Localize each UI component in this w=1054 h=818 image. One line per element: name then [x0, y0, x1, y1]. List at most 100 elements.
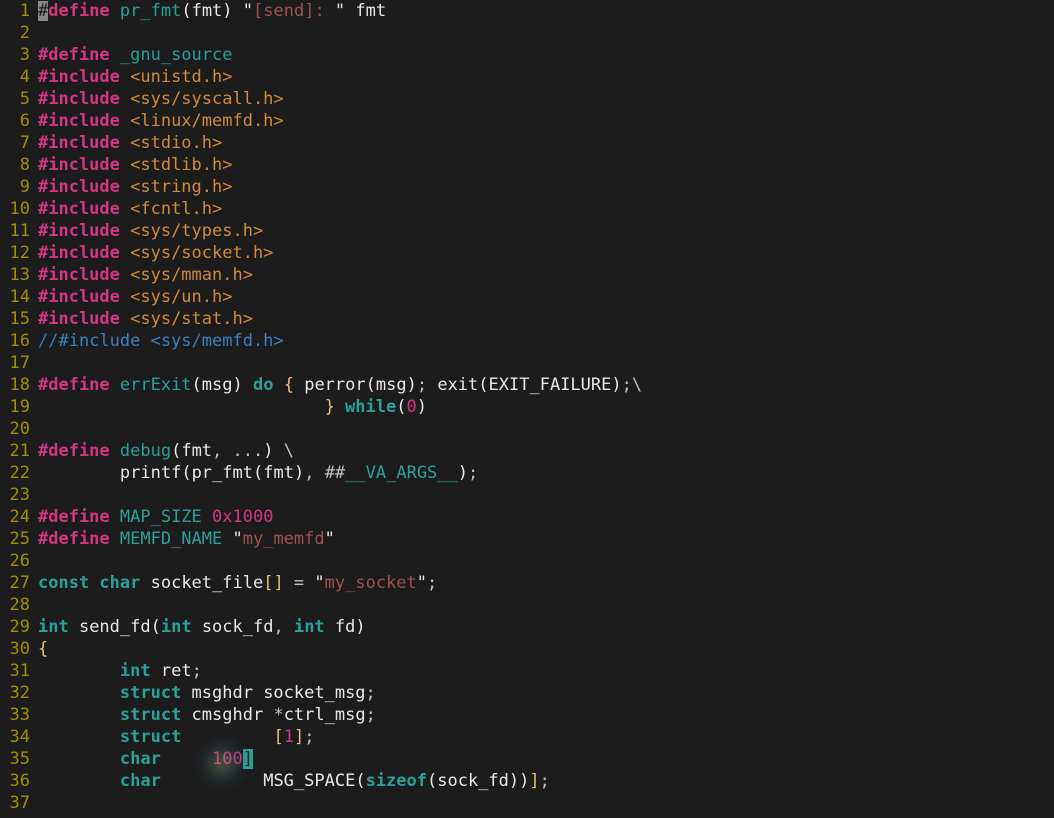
code-line[interactable]: #include <fcntl.h>	[38, 198, 642, 220]
code-line[interactable]: #define MAP_SIZE 0x1000	[38, 506, 642, 528]
code-line[interactable]: #define debug(fmt, ...) \	[38, 440, 642, 462]
token-header: <sys/types.h>	[130, 221, 263, 241]
token-header: <string.h>	[130, 177, 232, 197]
line-number: 35	[0, 748, 30, 770]
token-ident: pr_fmt	[192, 463, 253, 483]
token-header: <linux/memfd.h>	[130, 111, 284, 131]
code-line[interactable]: #include <stdlib.h>	[38, 154, 642, 176]
token-ident	[192, 727, 274, 747]
code-line[interactable]: #include <sys/types.h>	[38, 220, 642, 242]
code-line[interactable]: int send_fd(int sock_fd, int fd)	[38, 616, 642, 638]
line-number: 36	[0, 770, 30, 792]
token-ident	[38, 749, 120, 769]
token-punct: ;	[366, 705, 376, 725]
token-paren: (	[478, 375, 488, 395]
code-line[interactable]: #include <sys/socket.h>	[38, 242, 642, 264]
token-paren: )	[417, 397, 427, 417]
token-paren: )	[407, 375, 417, 395]
code-line[interactable]: #include <sys/mman.h>	[38, 264, 642, 286]
token-paren: (	[366, 375, 376, 395]
code-line[interactable]: const char socket_file[] = "my_socket";	[38, 572, 642, 594]
token-paren: (	[427, 771, 437, 791]
line-number: 1	[0, 0, 30, 22]
code-line[interactable]: int ret;	[38, 660, 642, 682]
token-type: int	[161, 617, 202, 637]
token-ident: cmsghdr	[192, 705, 274, 725]
line-number: 10	[0, 198, 30, 220]
token-directive: #define	[38, 375, 120, 395]
code-line[interactable]	[38, 550, 642, 572]
token-ident	[38, 771, 120, 791]
code-line[interactable]: #include <string.h>	[38, 176, 642, 198]
line-number: 24	[0, 506, 30, 528]
token-comment: //#include <sys/memfd.h>	[38, 331, 284, 351]
code-line[interactable]: struct cmsghdr *ctrl_msg;	[38, 704, 642, 726]
code-line[interactable]: struct msghdr socket_msg;	[38, 682, 642, 704]
code-line[interactable]: struct [1];	[38, 726, 642, 748]
code-line[interactable]: } while(0)	[38, 396, 642, 418]
token-cursor: #	[38, 1, 48, 21]
token-directive: #include	[38, 287, 130, 307]
code-line[interactable]	[38, 792, 642, 814]
code-line[interactable]	[38, 352, 642, 374]
token-brace: ]	[529, 771, 539, 791]
code-line[interactable]: #include <linux/memfd.h>	[38, 110, 642, 132]
line-number: 19	[0, 396, 30, 418]
token-ident	[38, 463, 120, 483]
line-number: 32	[0, 682, 30, 704]
token-directive: #define	[38, 507, 120, 527]
code-line[interactable]	[38, 484, 642, 506]
token-ident: printf	[120, 463, 181, 483]
code-line[interactable]	[38, 418, 642, 440]
code-line[interactable]: #include <stdio.h>	[38, 132, 642, 154]
token-stringQuote: "	[314, 573, 324, 593]
token-directive: #include	[38, 243, 130, 263]
token-keyword: struct	[120, 727, 192, 747]
token-string: [send]:	[253, 1, 335, 21]
code-line[interactable]: #include <sys/un.h>	[38, 286, 642, 308]
code-line[interactable]: #include <sys/stat.h>	[38, 308, 642, 330]
token-header: <stdlib.h>	[130, 155, 232, 175]
line-number: 4	[0, 66, 30, 88]
code-line[interactable]: //#include <sys/memfd.h>	[38, 330, 642, 352]
token-keyword: do	[253, 375, 284, 395]
line-number: 28	[0, 594, 30, 616]
code-line[interactable]: {	[38, 638, 642, 660]
editor[interactable]: 1234567891011121314151617181920212223242…	[0, 0, 1054, 814]
token-macroName: MAP_SIZE	[120, 507, 212, 527]
code-area[interactable]: #define pr_fmt(fmt) "[send]: " fmt #defin…	[34, 0, 642, 814]
token-type: char	[120, 749, 171, 769]
token-brace: []	[263, 573, 294, 593]
token-punct: ;	[468, 463, 478, 483]
token-ident: ctrl_msg	[284, 705, 366, 725]
line-number: 9	[0, 176, 30, 198]
code-line[interactable]: #define pr_fmt(fmt) "[send]: " fmt	[38, 0, 642, 22]
token-directive: #define	[38, 45, 120, 65]
code-line[interactable]: char 100]	[38, 748, 642, 770]
token-keyword: while	[345, 397, 396, 417]
code-line[interactable]: char MSG_SPACE(sizeof(sock_fd))];	[38, 770, 642, 792]
line-number: 15	[0, 308, 30, 330]
code-line[interactable]	[38, 22, 642, 44]
code-line[interactable]: #include <sys/syscall.h>	[38, 88, 642, 110]
token-directive: #include	[38, 265, 130, 285]
token-directive: #include	[38, 177, 130, 197]
token-directive: #include	[38, 155, 130, 175]
token-brace: }	[325, 397, 345, 417]
token-directive: #include	[38, 199, 130, 219]
token-directive: #define	[38, 529, 120, 549]
token-paren: )	[611, 375, 621, 395]
code-line[interactable]	[38, 594, 642, 616]
token-number: 0	[407, 397, 417, 417]
line-number: 23	[0, 484, 30, 506]
token-macroName: _gnu_source	[120, 45, 233, 65]
code-line[interactable]: #define _gnu_source	[38, 44, 642, 66]
code-line[interactable]: #include <unistd.h>	[38, 66, 642, 88]
token-header: <sys/syscall.h>	[130, 89, 284, 109]
code-line[interactable]: #define MEMFD_NAME "my_memfd"	[38, 528, 642, 550]
token-ident	[38, 683, 120, 703]
code-line[interactable]: #define errExit(msg) do { perror(msg); e…	[38, 374, 642, 396]
code-line[interactable]: printf(pr_fmt(fmt), ##__VA_ARGS__);	[38, 462, 642, 484]
token-ident: fmt	[192, 1, 223, 21]
token-ident: send_fd	[79, 617, 151, 637]
